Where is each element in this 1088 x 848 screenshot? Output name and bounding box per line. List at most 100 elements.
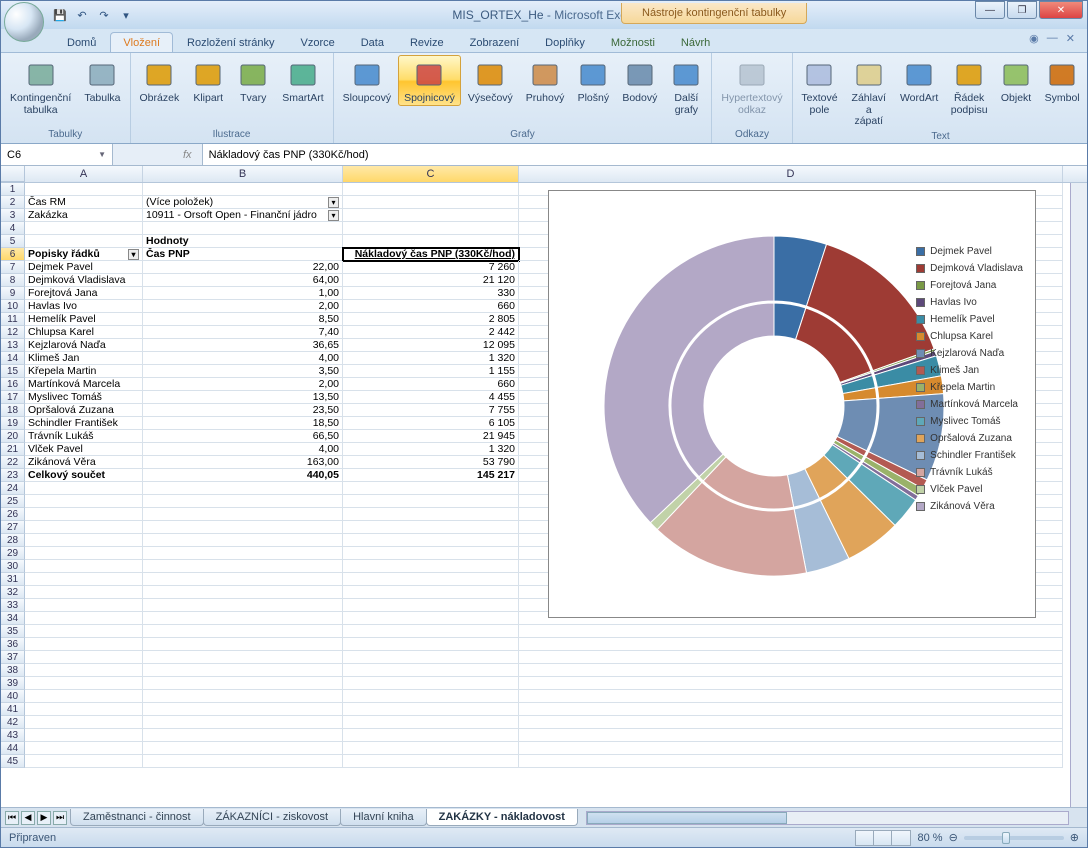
cell[interactable]: 330 bbox=[343, 287, 519, 300]
cell[interactable] bbox=[143, 495, 343, 508]
cell[interactable]: 10911 - Orsoft Open - Finanční jádro▾ bbox=[143, 209, 343, 222]
cell[interactable] bbox=[343, 521, 519, 534]
row-header[interactable]: 29 bbox=[1, 547, 25, 560]
cell[interactable] bbox=[143, 638, 343, 651]
ribbon-button-sloupcový[interactable]: Sloupcový bbox=[337, 55, 397, 106]
cell[interactable] bbox=[343, 222, 519, 235]
ribbon-button-obrázek[interactable]: Obrázek bbox=[134, 55, 186, 106]
cell[interactable] bbox=[25, 664, 143, 677]
cell[interactable]: Zakázka bbox=[25, 209, 143, 222]
cell[interactable]: 64,00 bbox=[143, 274, 343, 287]
cell[interactable] bbox=[519, 690, 1063, 703]
row-header[interactable]: 3 bbox=[1, 209, 25, 222]
cell[interactable] bbox=[343, 235, 519, 248]
row-header[interactable]: 11 bbox=[1, 313, 25, 326]
cell[interactable] bbox=[343, 508, 519, 521]
cell[interactable]: Zikánová Věra bbox=[25, 456, 143, 469]
row-header[interactable]: 35 bbox=[1, 625, 25, 638]
cell[interactable] bbox=[343, 677, 519, 690]
qat-dropdown-icon[interactable]: ▾ bbox=[117, 6, 135, 24]
sheet-tab[interactable]: ZAKÁZKY - nákladovost bbox=[426, 809, 578, 826]
close-button[interactable]: ✕ bbox=[1039, 1, 1083, 19]
cell[interactable] bbox=[143, 703, 343, 716]
vertical-scrollbar[interactable] bbox=[1070, 183, 1087, 807]
cell[interactable]: 2,00 bbox=[143, 300, 343, 313]
sheet-tab[interactable]: Hlavní kniha bbox=[340, 809, 427, 826]
cell[interactable] bbox=[25, 703, 143, 716]
sheet-tab[interactable]: ZÁKAZNÍCI - ziskovost bbox=[203, 809, 341, 826]
row-header[interactable]: 22 bbox=[1, 456, 25, 469]
cell[interactable] bbox=[343, 755, 519, 768]
cell[interactable] bbox=[25, 716, 143, 729]
cell[interactable]: Klimeš Jan bbox=[25, 352, 143, 365]
cell[interactable] bbox=[25, 508, 143, 521]
cell[interactable] bbox=[343, 651, 519, 664]
formula-input[interactable]: Nákladový čas PNP (330Kč/hod) bbox=[202, 144, 1087, 165]
cell[interactable]: 21 945 bbox=[343, 430, 519, 443]
cell[interactable] bbox=[519, 716, 1063, 729]
cell[interactable]: 1,00 bbox=[143, 287, 343, 300]
row-header[interactable]: 34 bbox=[1, 612, 25, 625]
ribbon-tab-data[interactable]: Data bbox=[349, 33, 396, 52]
row-header[interactable]: 1 bbox=[1, 183, 25, 196]
cell[interactable] bbox=[143, 560, 343, 573]
cell[interactable]: Čas PNP bbox=[143, 248, 343, 261]
row-header[interactable]: 26 bbox=[1, 508, 25, 521]
ribbon-button-objekt[interactable]: Objekt bbox=[994, 55, 1038, 106]
row-header[interactable]: 9 bbox=[1, 287, 25, 300]
cell[interactable]: 4,00 bbox=[143, 352, 343, 365]
row-header[interactable]: 45 bbox=[1, 755, 25, 768]
column-header-C[interactable]: C bbox=[343, 166, 519, 182]
cell[interactable] bbox=[25, 612, 143, 625]
cell[interactable] bbox=[143, 586, 343, 599]
row-header[interactable]: 21 bbox=[1, 443, 25, 456]
row-header[interactable]: 37 bbox=[1, 651, 25, 664]
tab-nav-next-icon[interactable]: ▶ bbox=[37, 811, 51, 825]
cell[interactable]: 660 bbox=[343, 378, 519, 391]
row-header[interactable]: 24 bbox=[1, 482, 25, 495]
cell[interactable] bbox=[519, 703, 1063, 716]
cell[interactable]: 21 120 bbox=[343, 274, 519, 287]
cell[interactable]: 66,50 bbox=[143, 430, 343, 443]
cell[interactable]: 13,50 bbox=[143, 391, 343, 404]
ribbon-button-kontingenční-tabulka[interactable]: Kontingenční tabulka bbox=[4, 55, 77, 117]
cell[interactable] bbox=[519, 729, 1063, 742]
maximize-button[interactable]: ❐ bbox=[1007, 1, 1037, 19]
cell[interactable] bbox=[143, 729, 343, 742]
row-header[interactable]: 18 bbox=[1, 404, 25, 417]
cell[interactable] bbox=[143, 716, 343, 729]
cell[interactable] bbox=[143, 508, 343, 521]
cell[interactable]: Martínková Marcela bbox=[25, 378, 143, 391]
cell[interactable]: 23,50 bbox=[143, 404, 343, 417]
ribbon-button-symbol[interactable]: Symbol bbox=[1039, 55, 1086, 106]
cell[interactable]: Opršalová Zuzana bbox=[25, 404, 143, 417]
cell[interactable]: Schindler František bbox=[25, 417, 143, 430]
cell[interactable]: Hemelík Pavel bbox=[25, 313, 143, 326]
ribbon-tab-vložení[interactable]: Vložení bbox=[110, 32, 173, 52]
cell[interactable] bbox=[519, 742, 1063, 755]
cell[interactable] bbox=[143, 612, 343, 625]
cell[interactable]: 660 bbox=[343, 300, 519, 313]
cell[interactable] bbox=[519, 677, 1063, 690]
cell[interactable]: 2 442 bbox=[343, 326, 519, 339]
cell[interactable]: Křepela Martin bbox=[25, 365, 143, 378]
select-all-corner[interactable] bbox=[1, 166, 25, 182]
row-header[interactable]: 20 bbox=[1, 430, 25, 443]
row-header[interactable]: 8 bbox=[1, 274, 25, 287]
fx-icon[interactable]: fx bbox=[173, 149, 202, 161]
cell[interactable]: Nákladový čas PNP (330Kč/hod) bbox=[343, 248, 519, 261]
cell[interactable]: Dejmek Pavel bbox=[25, 261, 143, 274]
cell[interactable] bbox=[519, 625, 1063, 638]
row-header[interactable]: 43 bbox=[1, 729, 25, 742]
sheet-tab[interactable]: Zaměstnanci - činnost bbox=[70, 809, 204, 826]
row-header[interactable]: 30 bbox=[1, 560, 25, 573]
cell[interactable]: Chlupsa Karel bbox=[25, 326, 143, 339]
cell[interactable] bbox=[519, 638, 1063, 651]
cell[interactable] bbox=[343, 664, 519, 677]
undo-icon[interactable]: ↶ bbox=[73, 6, 91, 24]
save-icon[interactable]: 💾 bbox=[51, 6, 69, 24]
ribbon-tab-vzorce[interactable]: Vzorce bbox=[288, 33, 346, 52]
row-header[interactable]: 36 bbox=[1, 638, 25, 651]
cell[interactable] bbox=[143, 222, 343, 235]
ribbon-tab-zobrazení[interactable]: Zobrazení bbox=[458, 33, 532, 52]
